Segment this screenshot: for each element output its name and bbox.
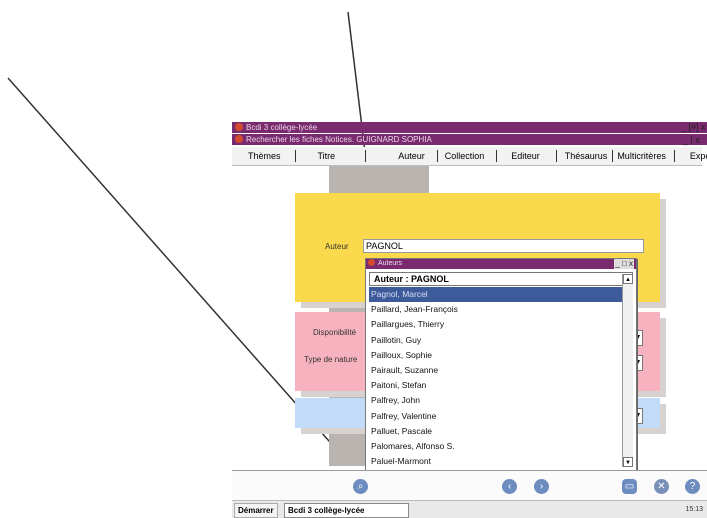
search-title-bar: Rechercher les fiches Notices. GUIGNARD … xyxy=(232,134,707,145)
taskbar-app-button[interactable]: Bcdi 3 collège-lycée xyxy=(284,503,409,518)
search-icon[interactable]: ⌕ xyxy=(353,479,368,494)
author-list-item[interactable]: Paillargues, Thierry xyxy=(369,317,623,332)
tab-titre[interactable]: Titre xyxy=(296,150,367,162)
author-list-item[interactable]: Palfrey, Valentine xyxy=(369,409,623,424)
tab-expert[interactable]: Expert xyxy=(675,150,707,162)
author-list-item[interactable]: Pailloux, Sophie xyxy=(369,348,623,363)
author-list-item[interactable]: Paitoni, Stefan xyxy=(369,378,623,393)
popup-title: Auteurs xyxy=(378,260,403,267)
author-list-item[interactable]: Palluet, Pascale xyxy=(369,424,623,439)
app-icon xyxy=(235,123,243,131)
clipboard-icon[interactable]: ▭ xyxy=(622,479,637,494)
author-list-item[interactable]: Palfrey, John xyxy=(369,393,623,408)
tab-thesaurus[interactable]: Thésaurus xyxy=(557,150,614,162)
next-icon[interactable]: › xyxy=(534,479,549,494)
window-icon xyxy=(235,135,243,143)
auteur-input[interactable]: PAGNOL xyxy=(363,239,644,253)
author-list-item[interactable]: Paillotin, Guy xyxy=(369,333,623,348)
author-list-item[interactable]: Palomares, Alfonso S. xyxy=(369,439,623,454)
previous-icon[interactable]: ‹ xyxy=(502,479,517,494)
popup-header: Auteur : PAGNOL xyxy=(369,272,633,286)
taskbar: Démarrer Bcdi 3 collège-lycée 15:13 xyxy=(232,500,707,518)
tab-auteur[interactable]: Auteur xyxy=(366,150,438,162)
auteur-label: Auteur xyxy=(325,242,349,251)
popup-window-controls[interactable]: _ □ x xyxy=(614,259,634,269)
inner-window-controls[interactable]: _ | x xyxy=(683,135,700,145)
close-icon[interactable]: ✕ xyxy=(654,479,669,494)
start-button[interactable]: Démarrer xyxy=(234,503,278,518)
popup-title-bar: Auteurs _ □ x xyxy=(366,259,636,269)
search-window-title: Rechercher les fiches Notices. GUIGNARD … xyxy=(246,135,432,144)
bottom-toolbar: ⌕ ‹ › ▭ ✕ ? xyxy=(232,470,707,501)
app-title-bar: Bcdi 3 collège-lycée xyxy=(232,122,707,133)
author-list-item[interactable]: Pagnol, Marcel xyxy=(369,287,623,303)
app-title: Bcdi 3 collège-lycée xyxy=(246,123,318,132)
scroll-up-icon[interactable]: ▲ xyxy=(623,274,633,284)
tab-collection[interactable]: Collection xyxy=(438,150,498,162)
authors-popup: Auteurs _ □ x Auteur : PAGNOL Pagnol, Ma… xyxy=(365,258,637,472)
author-list-item[interactable]: Paillard, Jean-François xyxy=(369,302,623,317)
popup-scrollbar[interactable]: ▲ ▼ xyxy=(622,274,633,467)
scroll-down-icon[interactable]: ▼ xyxy=(623,457,633,467)
type-nature-label: Type de nature xyxy=(304,355,358,364)
author-list: Pagnol, Marcel Paillard, Jean-François Pai… xyxy=(369,287,623,467)
help-icon[interactable]: ? xyxy=(685,479,700,494)
system-tray-clock: 15:13 xyxy=(685,506,703,513)
tab-editeur[interactable]: Editeur xyxy=(497,150,557,162)
search-tabs: Thèmes Titre Auteur Collection Editeur T… xyxy=(232,147,707,166)
popup-icon xyxy=(368,259,375,266)
tab-multicriteres[interactable]: Multicritères xyxy=(613,150,675,162)
tab-themes[interactable]: Thèmes xyxy=(232,150,296,162)
window-controls[interactable]: _ [#] x xyxy=(681,122,706,132)
author-list-item[interactable]: Paluel-Marmont xyxy=(369,454,623,467)
author-list-item[interactable]: Pairault, Suzanne xyxy=(369,363,623,378)
disponibilite-label: Disponibilité xyxy=(313,328,357,337)
